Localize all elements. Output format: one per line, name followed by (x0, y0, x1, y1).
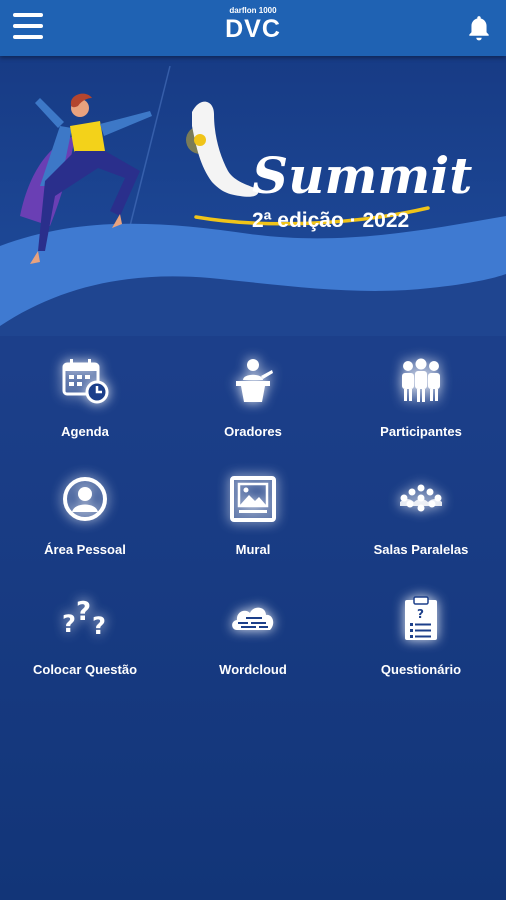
menu-item-mural[interactable]: Mural (178, 468, 328, 568)
menu-item-agenda[interactable]: Agenda (10, 350, 160, 450)
menu-item-oradores[interactable]: Oradores (178, 350, 328, 450)
menu-label-agenda: Agenda (61, 424, 109, 439)
summit-banner: Summit 2ª edição · 2022 (0, 56, 506, 336)
bell-icon[interactable] (466, 14, 492, 42)
menu-item-colocar-questao[interactable]: ? ? ? Colocar Questão (10, 588, 160, 688)
svg-text:?: ? (92, 612, 106, 640)
people-group-icon (402, 358, 440, 402)
question-marks-icon: ? ? ? (62, 597, 106, 640)
word-cloud-icon (232, 607, 274, 630)
dvc-logo: darflon 1000 DVC (220, 6, 286, 43)
svg-text:?: ? (417, 607, 424, 621)
hamburger-menu-icon[interactable] (13, 13, 43, 41)
app-header: darflon 1000 DVC (0, 0, 506, 56)
svg-text:?: ? (76, 597, 91, 627)
logo-title: DVC (225, 15, 281, 43)
menu-label-area-pessoal: Área Pessoal (44, 542, 126, 557)
menu-item-wordcloud[interactable]: Wordcloud (178, 588, 328, 688)
menu-label-participantes: Participantes (380, 424, 462, 439)
menu-item-area-pessoal[interactable]: Área Pessoal (10, 468, 160, 568)
calendar-clock-icon (62, 359, 109, 404)
picture-frame-icon (230, 476, 276, 522)
menu-label-salas-paralelas: Salas Paralelas (373, 542, 469, 557)
menu-label-colocar-questao: Colocar Questão (32, 662, 138, 677)
summit-title: Summit (252, 146, 473, 205)
rooms-network-icon (400, 484, 442, 512)
menu-label-wordcloud: Wordcloud (219, 662, 287, 677)
speaker-podium-icon (236, 359, 273, 402)
svg-text:?: ? (62, 610, 76, 638)
user-profile-icon (63, 477, 107, 521)
menu-item-questionario[interactable]: ? Questionário (346, 588, 496, 688)
menu-label-mural: Mural (235, 542, 271, 557)
menu-item-participantes[interactable]: Participantes (346, 350, 496, 450)
menu-label-questionario: Questionário (380, 662, 462, 677)
menu-label-oradores: Oradores (224, 424, 282, 439)
logo-subtitle: darflon 1000 (229, 6, 277, 15)
clipboard-question-icon: ? (405, 596, 437, 640)
menu-item-salas-paralelas[interactable]: Salas Paralelas (346, 468, 496, 568)
summit-edition: 2ª edição · 2022 (252, 209, 410, 232)
